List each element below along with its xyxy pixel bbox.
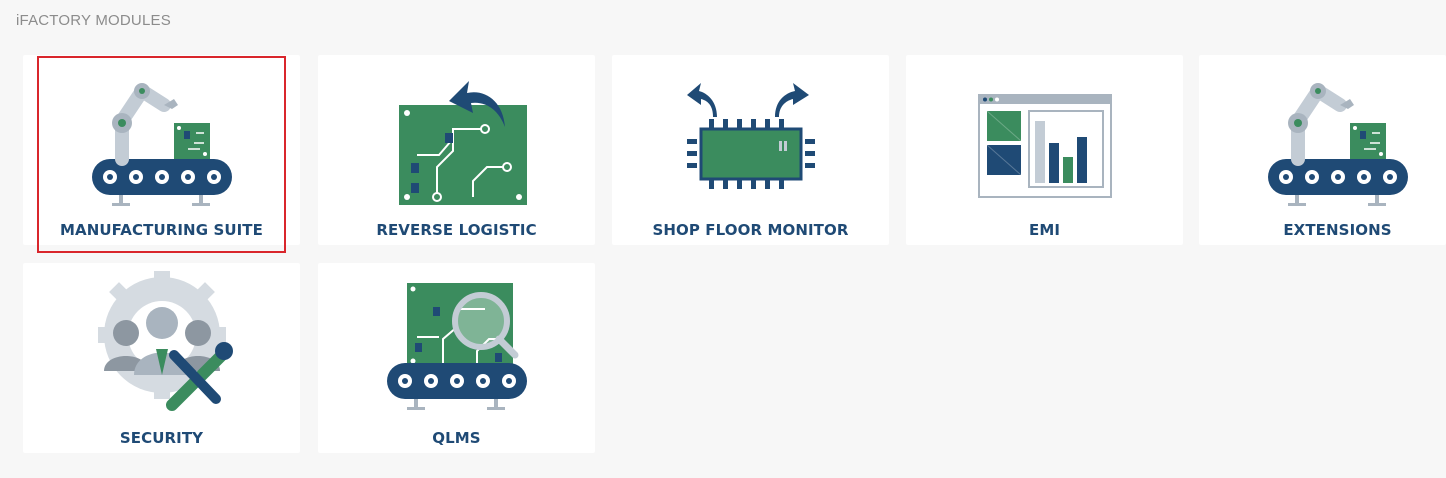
module-label: MANUFACTURING SUITE: [60, 221, 263, 239]
page-title: iFACTORY MODULES: [16, 12, 171, 29]
module-tile-reverse-logistic[interactable]: REVERSE LOGISTIC: [318, 55, 595, 245]
module-tile-emi[interactable]: EMI: [906, 55, 1183, 245]
module-label: EXTENSIONS: [1283, 221, 1392, 239]
module-label: SECURITY: [119, 429, 204, 447]
robot-arm-conveyor-icon: [1258, 71, 1418, 211]
board-magnifier-conveyor-icon: [386, 283, 527, 410]
module-tile-shop-floor-monitor[interactable]: SHOP FLOOR MONITOR: [612, 55, 889, 245]
module-label: EMI: [1028, 221, 1061, 239]
module-tile-qlms[interactable]: QLMS: [318, 263, 595, 453]
module-tile-manufacturing-suite[interactable]: MANUFACTURING SUITE: [23, 55, 300, 253]
module-label: REVERSE LOGISTIC: [376, 221, 537, 239]
module-label: SHOP FLOOR MONITOR: [652, 221, 849, 239]
chip-monitor-icon: [686, 83, 815, 189]
circuit-board-return-icon: [398, 81, 527, 205]
robot-arm-conveyor-icon: [82, 71, 242, 211]
dashboard-chart-icon: [977, 94, 1112, 198]
module-tile-extensions[interactable]: EXTENSIONS: [1199, 55, 1446, 245]
module-tile-security[interactable]: SECURITY: [23, 263, 300, 453]
module-label: QLMS: [432, 429, 481, 447]
users-gear-wrench-icon: [97, 271, 233, 411]
